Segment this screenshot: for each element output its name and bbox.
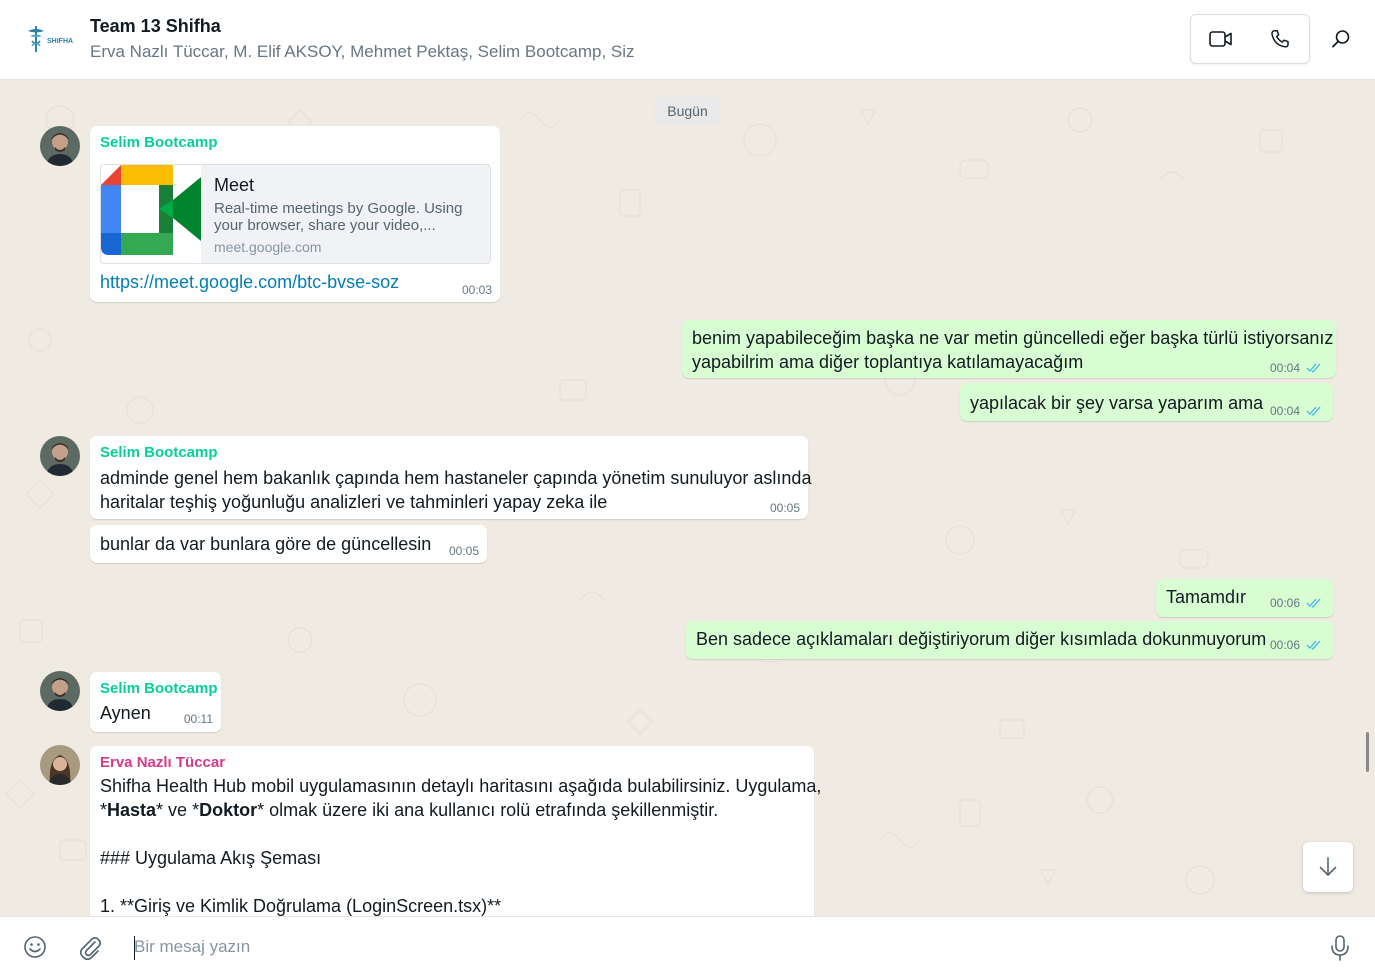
message-sender[interactable]: Selim Bootcamp	[100, 444, 218, 461]
message-text: bunlar da var bunlara göre de güncellesi…	[100, 534, 432, 554]
message-time: 00:04	[1269, 404, 1300, 418]
group-members[interactable]: Erva Nazlı Tüccar, M. Elif AKSOY, Mehmet…	[90, 42, 635, 62]
message-sender[interactable]: Selim Bootcamp	[100, 134, 218, 151]
search-icon	[1332, 30, 1350, 48]
link-preview-title: Meet	[214, 175, 255, 195]
smiley-icon	[24, 936, 46, 958]
read-ticks-icon	[1306, 406, 1321, 416]
chat-header: SHIFHA Team 13 Shifha Erva Nazlı Tüccar,…	[0, 0, 1375, 80]
message-text: yapılacak bir şey varsa yaparım ama	[970, 393, 1264, 413]
message-text: benim yapabileceğim başka ne var metin g…	[692, 328, 1334, 372]
group-logo[interactable]: SHIFHA	[22, 22, 76, 56]
composer	[0, 916, 1375, 977]
emoji-button[interactable]	[22, 934, 48, 960]
avatar-selim[interactable]	[40, 671, 80, 711]
message-time: 00:11	[183, 712, 213, 726]
voice-call-button[interactable]	[1250, 15, 1310, 63]
logo-text: SHIFHA	[47, 38, 73, 45]
video-call-button[interactable]	[1191, 15, 1251, 63]
message-bubble[interactable]: Selim Bootcamp adminde genel hem bakanlı…	[90, 436, 812, 519]
link-preview-description: Real-time meetings by Google. Using your…	[214, 200, 463, 234]
paperclip-icon	[79, 936, 102, 961]
scrollbar-thumb[interactable]	[1366, 732, 1369, 772]
message-bubble-outgoing[interactable]: yapılacak bir şey varsa yaparım ama 00:0…	[960, 383, 1333, 421]
message-text: Ben sadece açıklamaları değiştiriyorum d…	[696, 629, 1267, 649]
microphone-icon	[1331, 935, 1349, 961]
group-title[interactable]: Team 13 Shifha	[90, 16, 221, 37]
voice-message-button[interactable]	[1328, 934, 1352, 962]
message-time: 00:06	[1269, 596, 1300, 610]
call-buttons	[1190, 14, 1310, 64]
message-time: 00:03	[461, 283, 492, 297]
attach-button[interactable]	[78, 934, 102, 961]
text-caret	[134, 936, 135, 960]
link-preview-domain: meet.google.com	[214, 239, 322, 255]
avatar-selim[interactable]	[40, 126, 80, 166]
read-ticks-icon	[1306, 598, 1321, 608]
message-bubble[interactable]: bunlar da var bunlara göre de güncellesi…	[90, 525, 487, 563]
message-bubble-outgoing[interactable]: benim yapabileceğim başka ne var metin g…	[682, 320, 1336, 378]
message-input[interactable]	[134, 931, 1284, 963]
message-text: adminde genel hem bakanlık çapında hem h…	[100, 468, 812, 512]
phone-icon	[1271, 30, 1289, 48]
read-ticks-icon	[1306, 363, 1321, 373]
message-time: 00:04	[1269, 361, 1300, 375]
message-bubble[interactable]: Selim Bootcamp Meet Real-time meetings b…	[90, 126, 500, 302]
message-time: 00:05	[448, 544, 479, 558]
message-bubble-outgoing[interactable]: Ben sadece açıklamaları değiştiriyorum d…	[686, 621, 1334, 659]
message-link[interactable]: https://meet.google.com/btc-bvse-soz	[100, 272, 399, 293]
message-time: 00:06	[1269, 638, 1300, 652]
arrow-down-icon	[1319, 857, 1337, 876]
message-sender[interactable]: Selim Bootcamp	[100, 680, 218, 697]
date-chip: Bugün	[654, 97, 721, 125]
message-bubble-outgoing[interactable]: Tamamdır 00:06	[1156, 579, 1334, 617]
message-text: Aynen	[100, 703, 151, 723]
message-bubble[interactable]: Erva Nazlı Tüccar Shifha Health Hub mobi…	[90, 746, 821, 916]
message-list[interactable]: Bugün Selim Bootcamp Meet Real-time meet…	[0, 80, 1375, 916]
google-meet-logo	[101, 165, 201, 263]
message-text: Tamamdır	[1166, 587, 1247, 607]
read-ticks-icon	[1306, 640, 1321, 650]
avatar-erva[interactable]	[40, 745, 80, 785]
search-button[interactable]	[1322, 20, 1360, 58]
video-camera-icon	[1209, 31, 1232, 47]
message-time: 00:05	[769, 501, 800, 515]
avatar-selim[interactable]	[40, 436, 80, 476]
message-text: Shifha Health Hub mobil uygulamasının de…	[100, 776, 822, 916]
scroll-to-bottom-button[interactable]	[1303, 842, 1353, 892]
message-sender[interactable]: Erva Nazlı Tüccar	[100, 754, 225, 771]
link-preview[interactable]: Meet Real-time meetings by Google. Using…	[100, 164, 491, 264]
message-bubble[interactable]: Selim Bootcamp Aynen 00:11	[90, 672, 221, 732]
